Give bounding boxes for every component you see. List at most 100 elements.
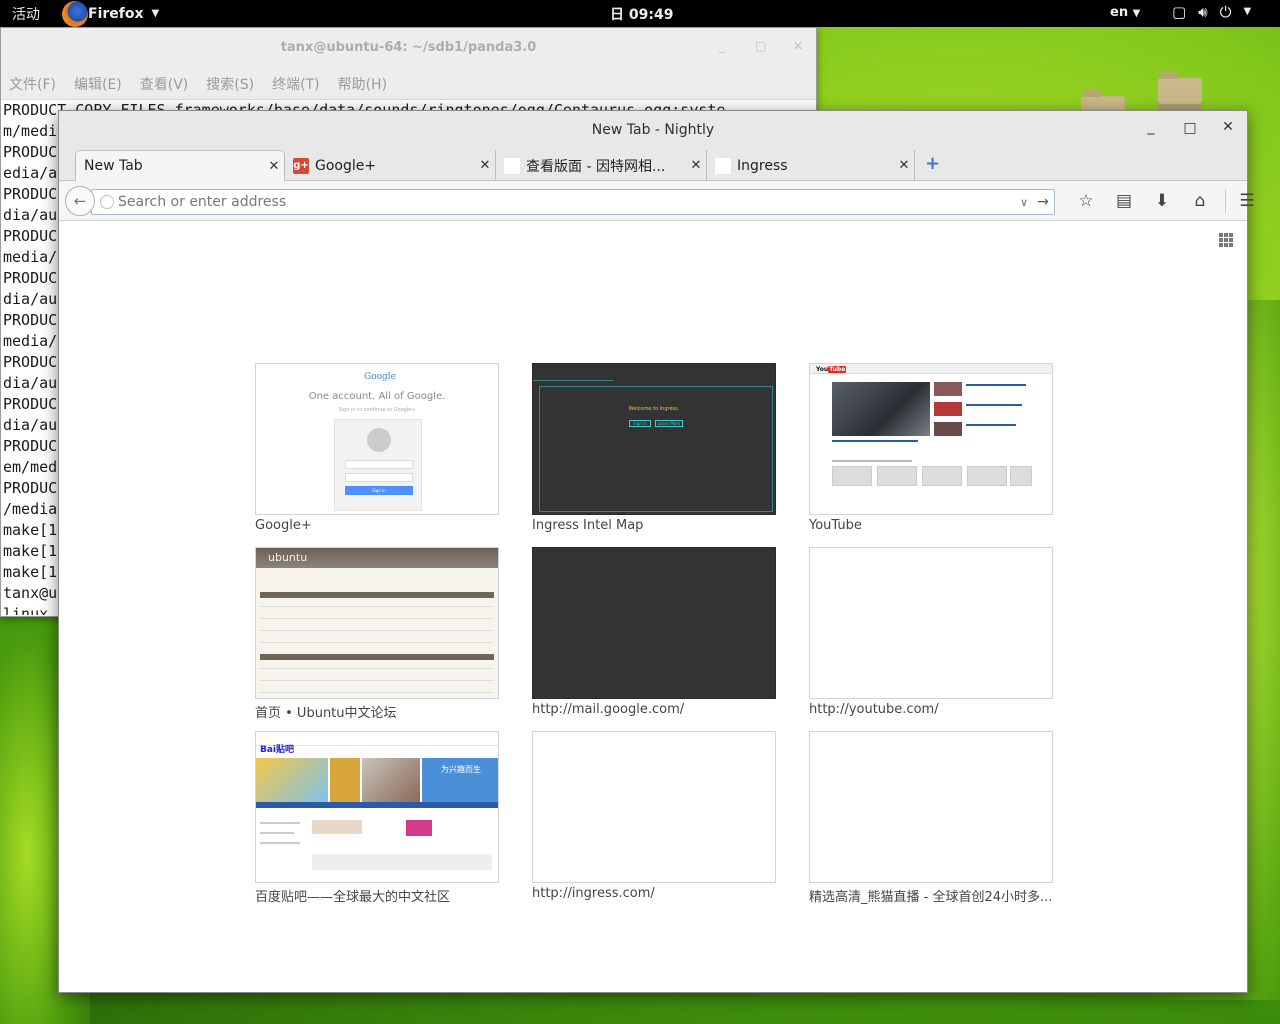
menu-terminal[interactable]: 终端(T) — [272, 74, 319, 94]
baidu-logo-text: 贴吧 — [276, 745, 295, 755]
window-icon: ▢ — [1172, 3, 1187, 21]
reading-list-icon[interactable]: ▤ — [1105, 188, 1143, 214]
terminal-menubar: 文件(F) 编辑(E) 查看(V) 搜索(S) 终端(T) 帮助(H) — [1, 69, 816, 100]
thumb-image — [406, 820, 432, 836]
tile-grid-toggle-icon[interactable] — [1219, 233, 1233, 247]
ingress-icon: ⬡ — [715, 157, 731, 174]
maximize-icon[interactable]: □ — [755, 39, 766, 53]
thumb-strip — [256, 802, 498, 808]
close-icon[interactable]: ✕ — [686, 158, 706, 173]
tab-ubuntu-forum[interactable]: ◉ 查看版面 - 因特网相... ✕ — [496, 150, 707, 181]
top-panel: 活动 Firefox ▼ 日 09:49 en ▼ ▢ 🔊︎ ⏻ ▼ — [0, 0, 1280, 27]
thumb-side-video — [934, 382, 962, 396]
top-site-tile[interactable]: ubuntu 首页 • Ubuntu中文论坛 — [255, 547, 499, 721]
signin-card: Sign in — [334, 419, 422, 511]
top-site-tile[interactable]: http://mail.google.com/ — [532, 547, 776, 717]
thumb-frame — [539, 386, 773, 512]
browser-titlebar[interactable]: New Tab - Nightly _ □ ✕ — [59, 111, 1247, 149]
youtube-logo: YouTube — [816, 366, 847, 373]
terminal-titlebar[interactable]: tanx@ubuntu-64: ~/sdb1/panda3.0 _ □ ✕ — [1, 28, 816, 69]
thumb-text — [832, 460, 912, 462]
app-menu-label: Firefox — [88, 5, 144, 22]
bookmark-star-icon[interactable]: ☆ — [1067, 188, 1105, 214]
top-site-tile[interactable]: Welcome to Ingress. Sign in Learn More I… — [532, 363, 776, 533]
thumb-side-video — [934, 402, 962, 416]
firefox-window[interactable]: New Tab - Nightly _ □ ✕ New Tab ✕ g+ Goo… — [58, 110, 1255, 993]
thumb-text — [260, 822, 300, 824]
site-thumbnail — [532, 547, 776, 699]
tab-google-plus[interactable]: g+ Google+ ✕ — [285, 150, 496, 181]
top-site-tile[interactable]: Google One account. All of Google. Sign … — [255, 363, 499, 533]
tab-label: Ingress — [737, 157, 788, 174]
address-input[interactable] — [118, 194, 1016, 210]
desktop-folder-icon[interactable] — [1158, 72, 1202, 110]
tile-title: http://mail.google.com/ — [532, 702, 685, 717]
system-tray[interactable]: ▢ 🔊︎ ⏻ ▼ — [1172, 3, 1251, 21]
tab-label: Google+ — [315, 157, 377, 174]
youtube-logo-you: You — [816, 366, 829, 373]
top-site-tile[interactable]: Bai贴吧 为兴趣而生 百度贴吧——全球最大的中文社区 — [255, 731, 499, 905]
address-bar[interactable]: ∨ → — [91, 189, 1055, 215]
top-site-tile[interactable]: 精选高清_熊猫直播 - 全球首创24小时多... — [809, 731, 1053, 905]
thumb-band — [260, 654, 494, 660]
new-tab-plus-icon[interactable]: + — [925, 153, 940, 174]
thumb-field — [345, 473, 413, 482]
thumb-link — [966, 404, 1022, 406]
google-plus-icon: g+ — [293, 157, 309, 174]
top-site-tile[interactable]: http://youtube.com/ — [809, 547, 1053, 717]
app-menu[interactable]: Firefox ▼ — [62, 0, 159, 27]
activities-button[interactable]: 活动 — [12, 4, 40, 24]
minimize-icon[interactable]: _ — [1141, 119, 1161, 135]
tab-new-tab[interactable]: New Tab ✕ — [75, 150, 285, 181]
avatar — [367, 428, 391, 452]
input-language-indicator[interactable]: en ▼ — [1110, 5, 1140, 20]
close-icon[interactable]: ✕ — [1218, 119, 1238, 135]
chevron-down-icon: ▼ — [151, 8, 160, 19]
thumb-signin-button: Sign in — [629, 420, 651, 427]
thumb-row — [260, 642, 494, 643]
tile-title: 百度贴吧——全球最大的中文社区 — [255, 890, 451, 905]
site-thumbnail — [809, 547, 1053, 699]
thumb-video — [832, 466, 872, 486]
chevron-down-icon: ▼ — [1243, 6, 1252, 17]
thumb-field — [345, 460, 413, 469]
home-icon[interactable]: ⌂ — [1181, 188, 1219, 214]
hamburger-menu-icon[interactable]: ☰ — [1232, 188, 1262, 214]
close-icon[interactable]: ✕ — [475, 158, 495, 173]
toolbar-icons: ☆ ▤ ⬇ ⌂ ☰ — [1067, 188, 1262, 214]
thumb-banner — [362, 758, 420, 802]
thumb-row — [260, 680, 494, 681]
top-site-tile[interactable]: http://ingress.com/ — [532, 731, 776, 901]
menu-search[interactable]: 搜索(S) — [206, 74, 254, 94]
back-button[interactable]: ← — [65, 186, 95, 216]
go-arrow-icon[interactable]: → — [1032, 194, 1054, 210]
thumb-link — [966, 424, 1016, 426]
menu-edit[interactable]: 编辑(E) — [74, 74, 122, 94]
menu-view[interactable]: 查看(V) — [140, 74, 189, 94]
menu-file[interactable]: 文件(F) — [9, 74, 56, 94]
minimize-icon[interactable]: _ — [719, 39, 725, 53]
thumb-row — [312, 854, 492, 870]
close-icon[interactable]: ✕ — [264, 159, 284, 174]
tile-title: Ingress Intel Map — [532, 518, 644, 533]
clock[interactable]: 日 09:49 — [610, 4, 673, 24]
maximize-icon[interactable]: □ — [1180, 120, 1200, 136]
tile-title: 精选高清_熊猫直播 - 全球首创24小时多... — [809, 890, 1053, 905]
close-icon[interactable]: ✕ — [793, 39, 803, 53]
site-thumbnail: ubuntu — [255, 547, 499, 699]
language-label: en — [1110, 5, 1129, 20]
thumb-video — [922, 466, 962, 486]
chevron-down-icon[interactable]: ∨ — [1016, 196, 1032, 209]
close-icon[interactable]: ✕ — [894, 158, 914, 173]
site-thumbnail — [532, 731, 776, 883]
google-logo: Google — [364, 372, 396, 382]
tile-title: http://ingress.com/ — [532, 886, 655, 901]
thumb-link — [966, 384, 1026, 386]
site-thumbnail: Bai贴吧 为兴趣而生 — [255, 731, 499, 883]
top-site-tile[interactable]: YouTube YouTube — [809, 363, 1053, 533]
menu-help[interactable]: 帮助(H) — [338, 74, 387, 94]
baidu-logo-text: Bai — [260, 745, 277, 755]
tab-ingress[interactable]: ⬡ Ingress ✕ — [707, 150, 915, 181]
thumb-banner — [256, 758, 328, 802]
download-icon[interactable]: ⬇ — [1143, 188, 1181, 214]
